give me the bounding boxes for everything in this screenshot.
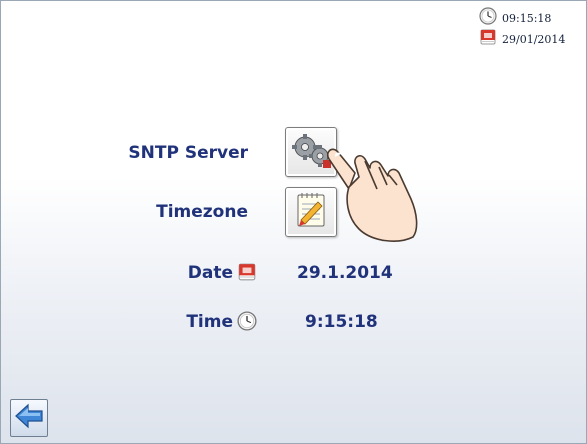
time-value[interactable]: 9:15:18 — [305, 312, 378, 332]
time-label: Time — [186, 312, 233, 332]
status-date-row: 29/01/2014 — [479, 28, 565, 50]
notepad-pencil-icon — [291, 190, 331, 234]
sntp-server-button[interactable] — [285, 127, 337, 177]
status-date: 29/01/2014 — [502, 32, 566, 46]
timezone-label: Timezone — [156, 202, 248, 222]
sntp-server-label: SNTP Server — [128, 143, 248, 163]
status-time: 09:15:18 — [502, 11, 552, 25]
status-time-row: 09:15:18 — [479, 7, 551, 29]
clock-icon — [237, 311, 257, 335]
clock-icon — [479, 7, 497, 29]
arrow-left-icon — [14, 403, 44, 433]
calendar-icon — [479, 28, 497, 50]
gears-icon — [289, 130, 333, 174]
back-button[interactable] — [10, 399, 48, 437]
calendar-icon — [237, 262, 257, 286]
settings-screen: 09:15:18 29/01/2014 SNTP Server Timezone… — [0, 0, 587, 444]
date-label: Date — [187, 263, 233, 283]
date-value[interactable]: 29.1.2014 — [297, 263, 393, 283]
timezone-button[interactable] — [285, 187, 337, 237]
